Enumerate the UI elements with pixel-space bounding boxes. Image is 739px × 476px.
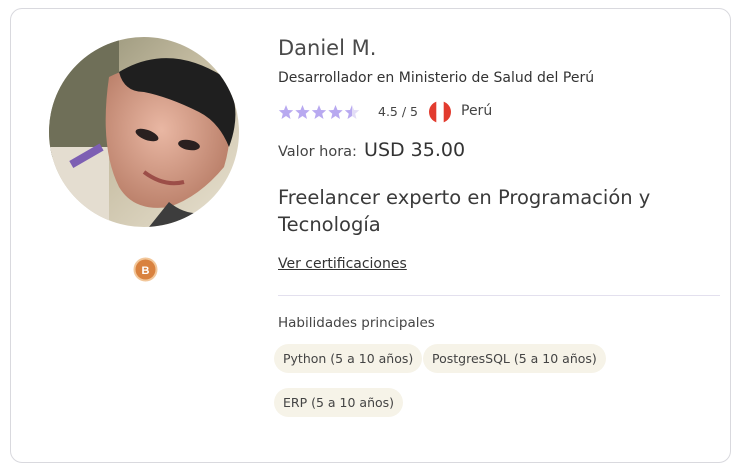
peru-flag-icon	[429, 101, 451, 123]
hourly-rate: Valor hora: USD 35.00	[278, 139, 465, 161]
badge-letter: B	[142, 265, 150, 277]
level-badge-icon: B	[133, 257, 158, 282]
divider	[278, 295, 720, 296]
avatar[interactable]	[49, 37, 239, 227]
star-icon	[328, 105, 343, 119]
star-icon	[311, 105, 327, 119]
star-rating	[278, 103, 360, 121]
skills-title: Habilidades principales	[278, 315, 435, 331]
freelancer-card: B Daniel M. Desarrollador en Ministerio …	[10, 8, 731, 463]
freelancer-name[interactable]: Daniel M.	[278, 36, 376, 60]
rating-value: 4.5 / 5	[378, 104, 418, 119]
rate-value: USD 35.00	[364, 139, 466, 161]
headline: Freelancer experto en Programación y Tec…	[278, 186, 651, 236]
skill-chip: PostgresSQL (5 a 10 años)	[423, 344, 606, 373]
rate-label: Valor hora:	[278, 144, 357, 160]
skill-chip: Python (5 a 10 años)	[274, 344, 423, 373]
rating-row: 4.5 / 5 Perú	[278, 101, 578, 123]
skill-chip: ERP (5 a 10 años)	[274, 388, 404, 417]
star-icon	[278, 105, 294, 119]
star-icon	[295, 105, 310, 119]
star-icon	[344, 105, 360, 119]
view-certifications-link[interactable]: Ver certificaciones	[278, 256, 407, 272]
freelancer-role: Desarrollador en Ministerio de Salud del…	[278, 70, 595, 86]
country-name: Perú	[461, 103, 493, 119]
